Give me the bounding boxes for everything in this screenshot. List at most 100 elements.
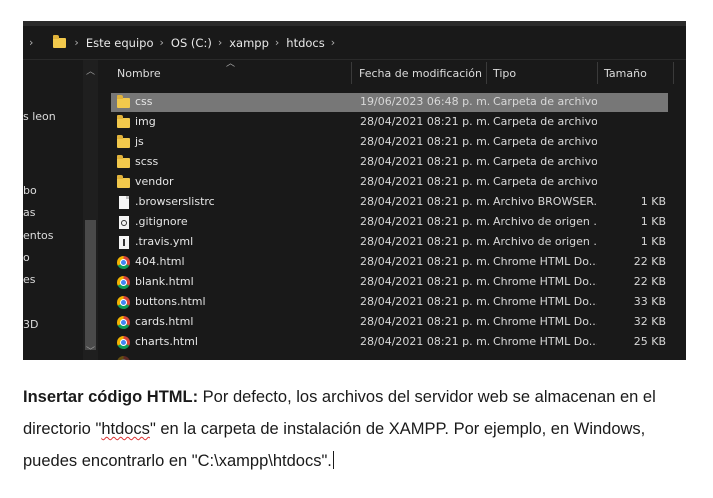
folder-icon <box>117 95 130 108</box>
file-size: 22 KB <box>633 255 666 268</box>
file-name: scss <box>135 155 159 168</box>
chrome-icon <box>117 336 130 349</box>
column-divider[interactable] <box>673 62 674 84</box>
file-name: .gitignore <box>135 215 188 228</box>
column-divider[interactable] <box>597 62 598 84</box>
file-type: Carpeta de archivos <box>493 95 597 108</box>
file-size: 25 KB <box>633 335 666 348</box>
chevron-right-icon[interactable]: › <box>275 36 279 49</box>
breadcrumb-os-c[interactable]: OS (C:) <box>171 36 212 50</box>
folder-icon <box>117 135 130 148</box>
breadcrumb-xampp[interactable]: xampp <box>229 36 269 50</box>
column-header-row: ︿ Nombre Fecha de modificación Tipo Tama… <box>98 59 686 88</box>
file-date: 28/04/2021 08:21 p. m. <box>360 195 491 208</box>
file-row-404-html[interactable]: 404.html 28/04/2021 08:21 p. m. Chrome H… <box>111 253 668 272</box>
folder-icon <box>117 175 130 188</box>
file-name: .browserslistrc <box>135 195 215 208</box>
chevron-right-icon[interactable]: › <box>160 36 164 49</box>
file-type: Carpeta de archivos <box>493 115 597 128</box>
chevron-right-icon[interactable]: › <box>331 36 335 49</box>
file-type: Carpeta de archivos <box>493 155 597 168</box>
file-date: 28/04/2021 08:21 p. m. <box>360 115 491 128</box>
file-row-scss[interactable]: scss 28/04/2021 08:21 p. m. Carpeta de a… <box>111 153 668 172</box>
file-row-buttons-html[interactable]: buttons.html 28/04/2021 08:21 p. m. Chro… <box>111 293 668 312</box>
file-type: Archivo BROWSER... <box>493 195 597 208</box>
body-paragraph[interactable]: Insertar código HTML: Por defecto, los a… <box>23 381 703 477</box>
column-header-size[interactable]: Tamaño <box>604 66 647 82</box>
file-size: 22 KB <box>633 275 666 288</box>
file-type: Carpeta de archivos <box>493 135 597 148</box>
folder-icon <box>117 115 130 128</box>
nav-item[interactable]: s leon <box>23 110 56 123</box>
column-divider[interactable] <box>486 62 487 84</box>
chevron-right-icon[interactable]: › <box>218 36 222 49</box>
file-type: Chrome HTML Do... <box>493 295 597 308</box>
file-row-gitignore[interactable]: .gitignore 28/04/2021 08:21 p. m. Archiv… <box>111 213 668 232</box>
chevron-up-icon[interactable]: ︿ <box>86 64 95 77</box>
paragraph-bold-lead: Insertar código HTML: <box>23 388 199 406</box>
file-name: css <box>135 95 153 108</box>
breadcrumb-htdocs[interactable]: htdocs <box>286 36 324 50</box>
file-list: ︿ Nombre Fecha de modificación Tipo Tama… <box>98 59 686 360</box>
column-header-name[interactable]: Nombre <box>117 66 161 82</box>
file-name: charts.html <box>135 335 198 348</box>
column-header-date[interactable]: Fecha de modificación <box>359 66 482 82</box>
file-type: Archivo de origen ... <box>493 215 597 228</box>
file-row-travis-yml[interactable]: .travis.yml 28/04/2021 08:21 p. m. Archi… <box>111 233 668 252</box>
file-row-js[interactable]: js 28/04/2021 08:21 p. m. Carpeta de arc… <box>111 133 668 152</box>
column-divider[interactable] <box>351 62 352 84</box>
file-row-img[interactable]: img 28/04/2021 08:21 p. m. Carpeta de ar… <box>111 113 668 132</box>
breadcrumb-este-equipo[interactable]: Este equipo <box>86 36 154 50</box>
file-name: img <box>135 115 156 128</box>
file-type: Chrome HTML Do... <box>493 255 597 268</box>
spellcheck-word[interactable]: htdocs <box>101 420 150 438</box>
file-row-vendor[interactable]: vendor 28/04/2021 08:21 p. m. Carpeta de… <box>111 173 668 192</box>
file-icon <box>119 196 129 209</box>
file-date: 28/04/2021 08:21 p. m. <box>360 255 491 268</box>
file-date: 28/04/2021 08:21 p. m. <box>360 175 491 188</box>
scrollbar-thumb[interactable] <box>85 220 96 350</box>
file-type: Chrome HTML Do... <box>493 315 597 328</box>
column-header-type[interactable]: Tipo <box>493 66 516 82</box>
chevron-right-icon[interactable]: › <box>74 36 78 49</box>
file-name: js <box>135 135 144 148</box>
chrome-icon <box>117 256 130 269</box>
file-date: 28/04/2021 08:21 p. m. <box>360 155 491 168</box>
file-size: 1 KB <box>640 215 666 228</box>
address-bar[interactable]: › › Este equipo › OS (C:) › xampp › htdo… <box>23 26 686 60</box>
chrome-icon <box>117 316 130 329</box>
file-name: .travis.yml <box>135 235 194 248</box>
file-explorer-window: › › Este equipo › OS (C:) › xampp › htdo… <box>23 21 686 360</box>
chrome-icon <box>117 276 130 289</box>
chevron-right-icon[interactable]: › <box>29 36 33 49</box>
file-row-cards-html[interactable]: cards.html 28/04/2021 08:21 p. m. Chrome… <box>111 313 668 332</box>
nav-item[interactable]: 3D <box>23 318 38 331</box>
file-type: Carpeta de archivos <box>493 175 597 188</box>
sort-ascending-icon: ︿ <box>226 59 236 69</box>
file-row-css[interactable]: css 19/06/2023 06:48 p. m. Carpeta de ar… <box>111 93 668 112</box>
nav-item[interactable]: entos <box>23 229 54 242</box>
nav-item[interactable]: o <box>23 251 30 264</box>
file-row-blank-html[interactable]: blank.html 28/04/2021 08:21 p. m. Chrome… <box>111 273 668 292</box>
nav-scrollbar[interactable]: ︿ ﹀ <box>83 60 98 360</box>
file-date: 28/04/2021 08:21 p. m. <box>360 235 491 248</box>
file-date: 28/04/2021 08:21 p. m. <box>360 135 491 148</box>
chevron-down-icon[interactable]: ﹀ <box>86 344 95 357</box>
file-row-charts-html[interactable]: charts.html 28/04/2021 08:21 p. m. Chrom… <box>111 333 668 352</box>
file-date: 28/04/2021 08:21 p. m. <box>360 275 491 288</box>
chrome-icon <box>117 356 130 360</box>
file-row-browserslistrc[interactable]: .browserslistrc 28/04/2021 08:21 p. m. A… <box>111 193 668 212</box>
gear-file-icon <box>119 216 129 229</box>
nav-item[interactable]: es <box>23 273 36 286</box>
folder-icon <box>53 34 67 48</box>
text-caret <box>332 451 334 469</box>
file-row-partial[interactable] <box>111 353 668 360</box>
nav-item[interactable]: as <box>23 206 35 219</box>
yml-file-icon <box>119 236 129 249</box>
file-type: Chrome HTML Do... <box>493 275 597 288</box>
file-type: Archivo de origen ... <box>493 235 597 248</box>
nav-item[interactable]: bo <box>23 184 37 197</box>
file-size: 33 KB <box>633 295 666 308</box>
file-date: 28/04/2021 08:21 p. m. <box>360 215 491 228</box>
file-type: Chrome HTML Do... <box>493 335 597 348</box>
